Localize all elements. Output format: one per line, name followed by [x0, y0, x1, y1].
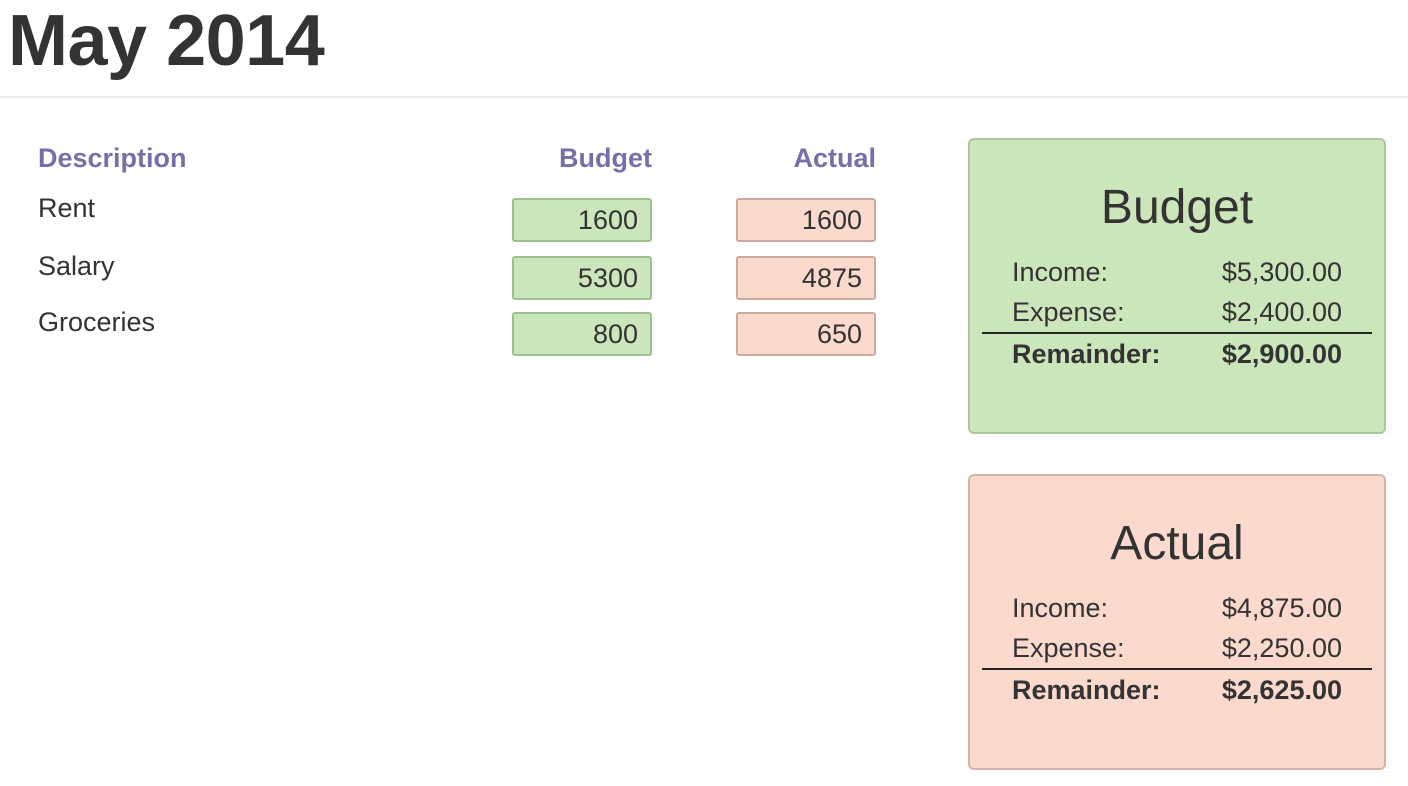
actual-amount-input[interactable] — [736, 312, 876, 356]
actual-summary-card: Actual Income: $4,875.00 Expense: $2,250… — [968, 474, 1386, 770]
table-row: Groceries — [38, 302, 878, 356]
table-row: Rent — [38, 188, 878, 242]
budget-summary-card: Budget Income: $5,300.00 Expense: $2,400… — [968, 138, 1386, 434]
expense-label: Expense: — [1012, 633, 1125, 663]
expense-value: $2,250.00 — [1221, 633, 1342, 663]
income-label: Income: — [1012, 593, 1109, 623]
income-value: $4,875.00 — [1221, 593, 1342, 623]
income-value: $5,300.00 — [1221, 257, 1342, 287]
page-title: May 2014 — [8, 1, 325, 81]
remainder-label: Remainder: — [1012, 675, 1161, 705]
row-description: Rent — [38, 193, 96, 223]
budget-amount-input[interactable] — [512, 312, 652, 356]
remainder-value: $2,625.00 — [1221, 675, 1342, 705]
row-description: Salary — [38, 251, 115, 281]
column-header-description: Description — [38, 143, 187, 173]
income-label: Income: — [1012, 257, 1109, 287]
expense-value: $2,400.00 — [1221, 297, 1342, 327]
budget-summary-title: Budget — [1100, 181, 1254, 234]
actual-amount-input[interactable] — [736, 256, 876, 300]
actual-amount-input[interactable] — [736, 198, 876, 242]
row-description: Groceries — [38, 307, 156, 337]
table-row: Salary — [38, 246, 878, 300]
budget-amount-input[interactable] — [512, 256, 652, 300]
remainder-value: $2,900.00 — [1221, 339, 1342, 369]
actual-summary-title: Actual — [1110, 517, 1244, 570]
page-header: May 2014 — [0, 0, 1408, 98]
column-header-budget: Budget — [559, 143, 652, 173]
remainder-label: Remainder: — [1012, 339, 1161, 369]
column-header-actual: Actual — [793, 143, 876, 173]
expense-label: Expense: — [1012, 297, 1125, 327]
budget-amount-input[interactable] — [512, 198, 652, 242]
